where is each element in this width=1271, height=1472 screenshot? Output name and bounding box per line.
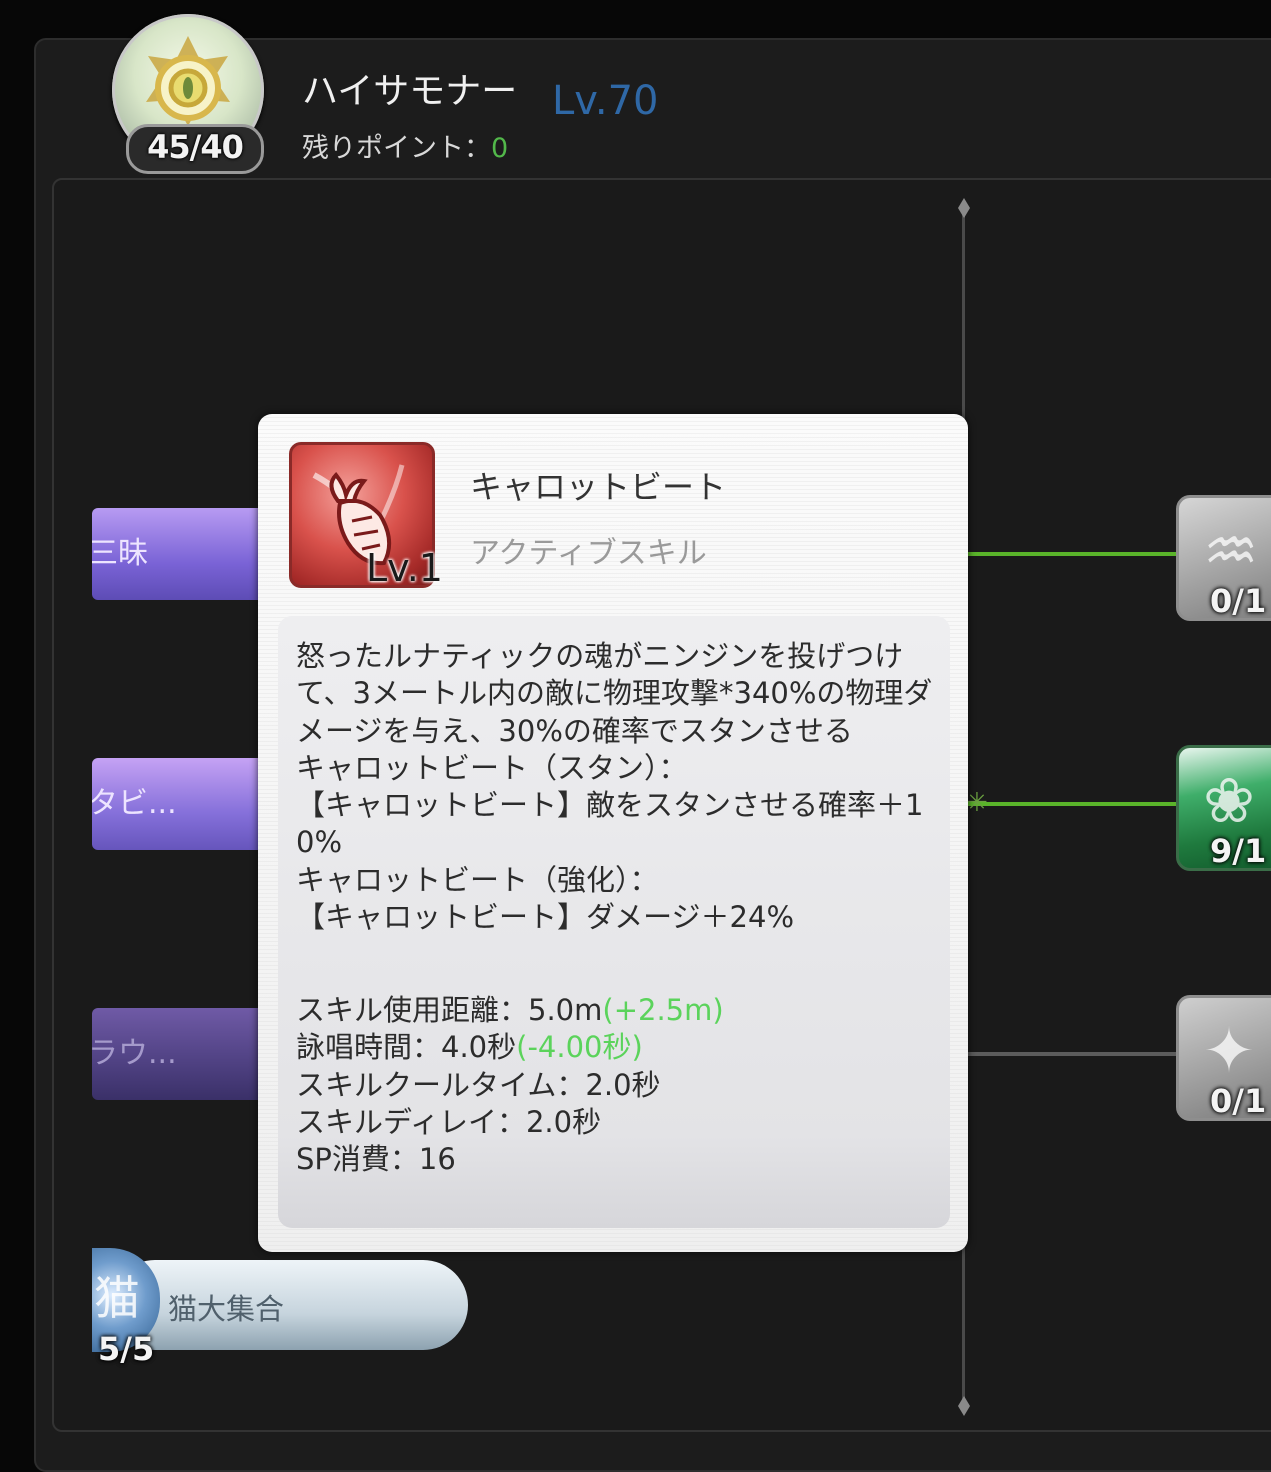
class-points-badge: 45/40 <box>126 124 264 174</box>
connector-gray-3 <box>968 1052 1178 1056</box>
skill-type: アクティブスキル <box>470 536 707 571</box>
skill-bar-2[interactable]: タビ... <box>92 758 272 850</box>
skill-bar-3-label: ラウ... <box>92 1036 177 1071</box>
stat-cast-value: 詠唱時間：4.0秒 <box>296 1030 517 1065</box>
skill-node-leaf-count: 9/1 <box>1210 832 1267 870</box>
stat-cooldown: スキルクールタイム：2.0秒 <box>296 1067 661 1102</box>
skill-level: Lv.1 <box>366 546 443 590</box>
cat-kanji-glyph: 猫 <box>94 1271 140 1325</box>
class-level: Lv.70 <box>552 78 659 124</box>
skill-node-carrot-count: 0/1 <box>1210 1082 1267 1120</box>
connector-green-1 <box>968 552 1178 556</box>
stat-cast: 詠唱時間：4.0秒(-4.00秒) <box>296 1029 724 1066</box>
remaining-points: 残りポイント：0 <box>302 126 508 165</box>
remaining-points-label: 残りポイント： <box>302 133 491 164</box>
connector-arrow-icon: ✳ <box>966 788 988 818</box>
skill-bar-cat-gathering[interactable] <box>110 1260 468 1350</box>
stat-range-value: スキル使用距離：5.0m <box>296 993 603 1027</box>
skill-bar-1[interactable]: 三昧 <box>92 508 272 600</box>
skill-node-fish-count: 0/1 <box>1210 582 1267 620</box>
skill-stats: スキル使用距離：5.0m(+2.5m) 詠唱時間：4.0秒(-4.00秒) スキ… <box>296 992 724 1178</box>
skill-description: 怒ったルナティックの魂がニンジンを投げつけて、3メートル内の敵に物理攻撃*340… <box>296 639 933 935</box>
carrot-icon: ✦ <box>1203 1014 1255 1087</box>
remaining-points-value: 0 <box>491 133 509 164</box>
class-name: ハイサモナー <box>302 71 518 112</box>
skill-bar-3[interactable]: ラウ... <box>92 1008 272 1100</box>
fish-icon: ♒ <box>1203 514 1259 587</box>
leaf-icon: ❀ <box>1203 764 1255 837</box>
skill-bar-1-label: 三昧 <box>92 536 148 571</box>
skill-name: キャロットビート <box>470 468 727 506</box>
connector-green-2 <box>968 802 1178 806</box>
stat-range: スキル使用距離：5.0m(+2.5m) <box>296 992 724 1029</box>
stat-cast-bonus: (-4.00秒) <box>516 1030 643 1065</box>
stat-range-bonus: (+2.5m) <box>602 993 724 1027</box>
stat-sp: SP消費：16 <box>296 1142 456 1177</box>
stat-delay: スキルディレイ：2.0秒 <box>296 1104 602 1139</box>
skill-bar-2-label: タビ... <box>92 786 177 821</box>
skill-bar-cat-gathering-count: 5/5 <box>98 1330 155 1368</box>
skill-bar-cat-gathering-label: 猫大集合 <box>168 1292 285 1326</box>
